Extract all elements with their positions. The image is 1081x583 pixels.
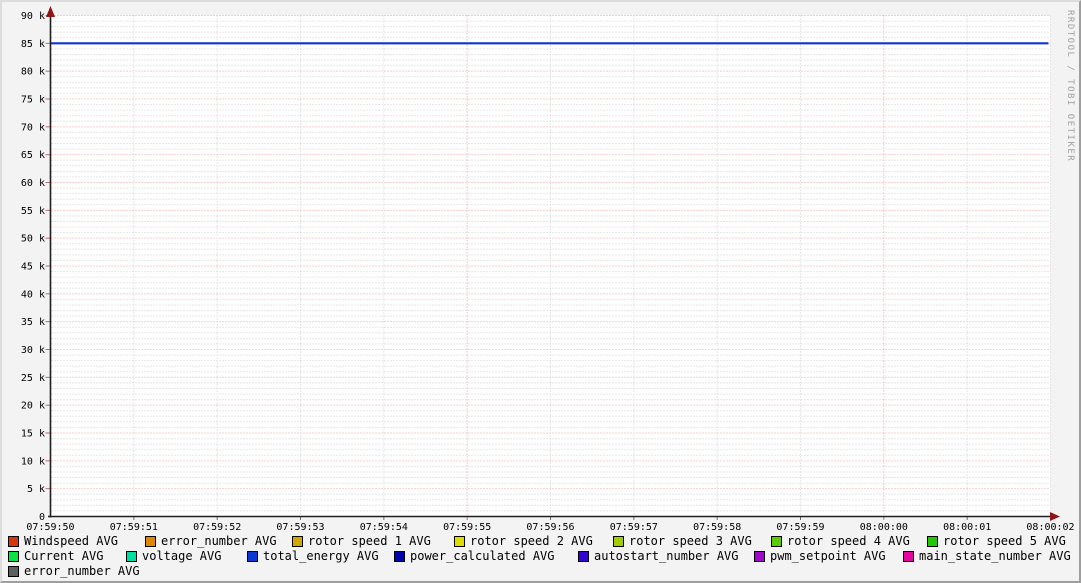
x-tick-label: 07:59:52 xyxy=(193,522,241,533)
legend-item-error-number-avg: error_number AVG xyxy=(145,534,277,548)
x-tick-label: 08:00:02 xyxy=(1026,522,1074,533)
y-tick-label: 25 k xyxy=(21,373,45,384)
y-tick-label: 50 k xyxy=(21,234,45,245)
y-tick-label: 35 k xyxy=(21,317,45,328)
legend-swatch-voltage-avg xyxy=(126,550,137,562)
legend-item-current-avg: Current AVG xyxy=(8,549,104,563)
x-tick-label: 08:00:00 xyxy=(860,522,908,533)
legend-label: rotor speed 3 AVG xyxy=(629,534,752,548)
legend-swatch-main-state-number-avg xyxy=(903,550,914,562)
legend-swatch-error-number-avg xyxy=(145,535,156,547)
y-tick-label: 65 k xyxy=(21,150,45,161)
legend-swatch-current-avg xyxy=(8,550,19,562)
y-tick-label: 45 k xyxy=(21,262,45,273)
legend-swatch-rotor-speed-5-avg xyxy=(927,535,938,547)
legend-item-error-number-avg: error_number AVG xyxy=(8,564,140,578)
legend-swatch-rotor-speed-3-avg xyxy=(613,535,624,547)
x-tick-label: 07:59:50 xyxy=(26,522,74,533)
x-tick-label: 07:59:55 xyxy=(443,522,491,533)
legend-label: pwm_setpoint AVG xyxy=(770,549,886,563)
watermark: RRDTOOL / TOBI OETIKER xyxy=(1065,10,1075,163)
legend-label: Windspeed AVG xyxy=(24,534,118,548)
legend-label: rotor speed 4 AVG xyxy=(787,534,910,548)
y-tick-label: 30 k xyxy=(21,345,45,356)
y-tick-label: 85 k xyxy=(21,39,45,50)
y-tick-label: 70 k xyxy=(21,122,45,133)
legend-swatch-rotor-speed-1-avg xyxy=(292,535,303,547)
x-tick-label: 07:59:57 xyxy=(610,522,658,533)
y-tick-label: 20 k xyxy=(21,401,45,412)
legend-item-windspeed-avg: Windspeed AVG xyxy=(8,534,118,548)
rrdtool-graph: 05 k 10 k 15 k 20 k 25 k 30 k 35 k 40 k 45 k 50 k… xyxy=(0,0,1081,583)
legend-item-main-state-number-avg: main_state_number AVG xyxy=(903,549,1071,563)
legend-item-rotor-speed-2-avg: rotor speed 2 AVG xyxy=(454,534,593,548)
x-tick-label: 07:59:59 xyxy=(776,522,824,533)
legend-label: power_calculated AVG xyxy=(410,549,555,563)
legend-label: rotor speed 2 AVG xyxy=(470,534,593,548)
legend-item-total-energy-avg: total_energy AVG xyxy=(247,549,379,563)
legend-item-voltage-avg: voltage AVG xyxy=(126,549,222,563)
x-tick-label: 07:59:58 xyxy=(693,522,741,533)
y-axis-arrow-icon xyxy=(46,6,55,17)
y-tick-label: 60 k xyxy=(21,178,45,189)
legend-swatch-rotor-speed-4-avg xyxy=(771,535,782,547)
x-tick-label: 07:59:51 xyxy=(110,522,158,533)
legend-label: total_energy AVG xyxy=(263,549,379,563)
y-tick-label: 75 k xyxy=(21,95,45,106)
y-tick-label: 5 k xyxy=(27,484,45,495)
legend-label: error_number AVG xyxy=(161,534,277,548)
x-axis-arrow-icon xyxy=(1050,512,1060,521)
y-tick-label: 15 k xyxy=(21,429,45,440)
legend-swatch-windspeed-avg xyxy=(8,535,19,547)
legend-item-rotor-speed-3-avg: rotor speed 3 AVG xyxy=(613,534,752,548)
legend-item-rotor-speed-5-avg: rotor speed 5 AVG xyxy=(927,534,1066,548)
legend-item-power-calculated-avg: power_calculated AVG xyxy=(394,549,555,563)
legend-swatch-pwm-setpoint-avg xyxy=(754,550,765,562)
legend-label: error_number AVG xyxy=(24,564,140,578)
legend-label: autostart_number AVG xyxy=(594,549,739,563)
x-tick-label: 08:00:01 xyxy=(943,522,991,533)
plot-area: 05 k10 k15 k20 k25 k30 k35 k40 k45 k50 k… xyxy=(21,6,1075,533)
legend-swatch-error-number-avg xyxy=(8,565,19,577)
x-tick-label: 07:59:53 xyxy=(276,522,324,533)
legend-label: Current AVG xyxy=(24,549,104,563)
legend-swatch-total-energy-avg xyxy=(247,550,258,562)
y-tick-label: 80 k xyxy=(21,67,45,78)
legend-item-rotor-speed-4-avg: rotor speed 4 AVG xyxy=(771,534,910,548)
y-tick-label: 55 k xyxy=(21,206,45,217)
legend-label: rotor speed 1 AVG xyxy=(308,534,431,548)
legend-label: main_state_number AVG xyxy=(919,549,1071,563)
y-tick-label: 10 k xyxy=(21,456,45,467)
legend-swatch-power-calculated-avg xyxy=(394,550,405,562)
legend-item-rotor-speed-1-avg: rotor speed 1 AVG xyxy=(292,534,431,548)
legend-label: voltage AVG xyxy=(142,549,222,563)
legend-swatch-autostart-number-avg xyxy=(578,550,589,562)
legend-item-pwm-setpoint-avg: pwm_setpoint AVG xyxy=(754,549,886,563)
legend-item-autostart-number-avg: autostart_number AVG xyxy=(578,549,739,563)
y-tick-label: 90 k xyxy=(21,11,45,22)
y-tick-label: 40 k xyxy=(21,289,45,300)
legend-swatch-rotor-speed-2-avg xyxy=(454,535,465,547)
x-tick-label: 07:59:54 xyxy=(360,522,408,533)
legend-label: rotor speed 5 AVG xyxy=(943,534,1066,548)
x-tick-label: 07:59:56 xyxy=(526,522,574,533)
